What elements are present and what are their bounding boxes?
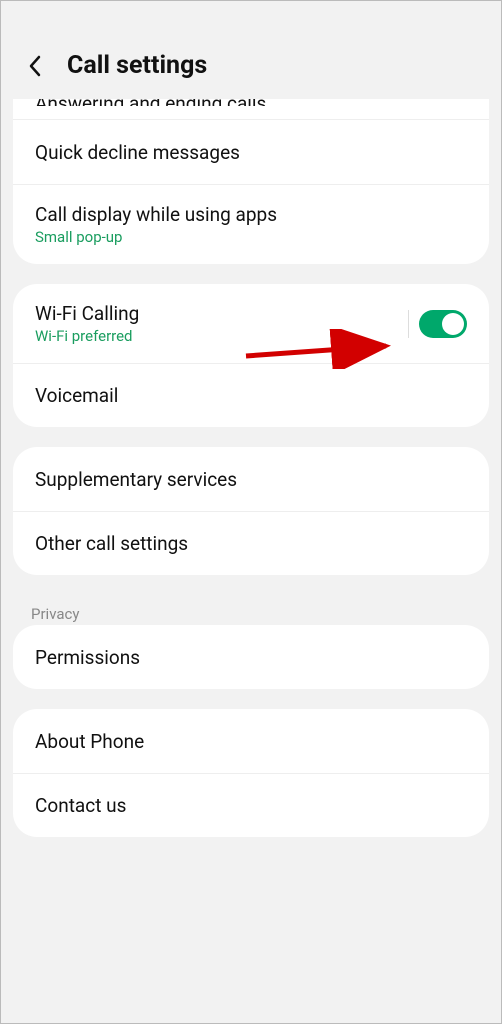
- wifi-calling-sublabel: Wi-Fi preferred: [35, 327, 139, 345]
- call-display-item[interactable]: Call display while using apps Small pop-…: [13, 184, 489, 264]
- separator-line: [408, 310, 409, 338]
- supplementary-services-item[interactable]: Supplementary services: [13, 447, 489, 511]
- wifi-calling-item[interactable]: Wi-Fi Calling Wi-Fi preferred: [13, 284, 489, 363]
- settings-group-5: About Phone Contact us: [13, 709, 489, 837]
- voicemail-item[interactable]: Voicemail: [13, 363, 489, 427]
- quick-decline-messages-item[interactable]: Quick decline messages: [13, 120, 489, 184]
- wifi-calling-toggle[interactable]: [419, 310, 467, 338]
- call-display-label: Call display while using apps: [35, 203, 277, 226]
- settings-group-2: Wi-Fi Calling Wi-Fi preferred Voicemail: [13, 284, 489, 427]
- settings-group-4: Permissions: [13, 625, 489, 689]
- answering-ending-calls-item[interactable]: Answering and ending calls: [13, 99, 489, 120]
- header: Call settings: [1, 1, 501, 104]
- other-call-settings-item[interactable]: Other call settings: [13, 511, 489, 575]
- settings-group-1: Answering and ending calls Quick decline…: [13, 99, 489, 264]
- about-phone-item[interactable]: About Phone: [13, 709, 489, 773]
- supplementary-label: Supplementary services: [35, 468, 237, 491]
- page-title: Call settings: [67, 51, 207, 80]
- permissions-label: Permissions: [35, 646, 140, 669]
- contact-us-label: Contact us: [35, 794, 126, 817]
- other-call-settings-label: Other call settings: [35, 532, 188, 555]
- call-display-sublabel: Small pop-up: [35, 228, 277, 246]
- back-chevron-icon: [28, 55, 42, 77]
- about-phone-label: About Phone: [35, 730, 144, 753]
- contact-us-item[interactable]: Contact us: [13, 773, 489, 837]
- back-button[interactable]: [21, 52, 49, 80]
- voicemail-label: Voicemail: [35, 384, 118, 407]
- settings-group-3: Supplementary services Other call settin…: [13, 447, 489, 575]
- wifi-calling-label: Wi-Fi Calling: [35, 302, 139, 325]
- quick-decline-label: Quick decline messages: [35, 141, 240, 164]
- wifi-calling-toggle-wrapper: [408, 310, 467, 338]
- privacy-section-header: Privacy: [1, 595, 501, 625]
- answering-ending-calls-label: Answering and ending calls: [35, 99, 467, 106]
- permissions-item[interactable]: Permissions: [13, 625, 489, 689]
